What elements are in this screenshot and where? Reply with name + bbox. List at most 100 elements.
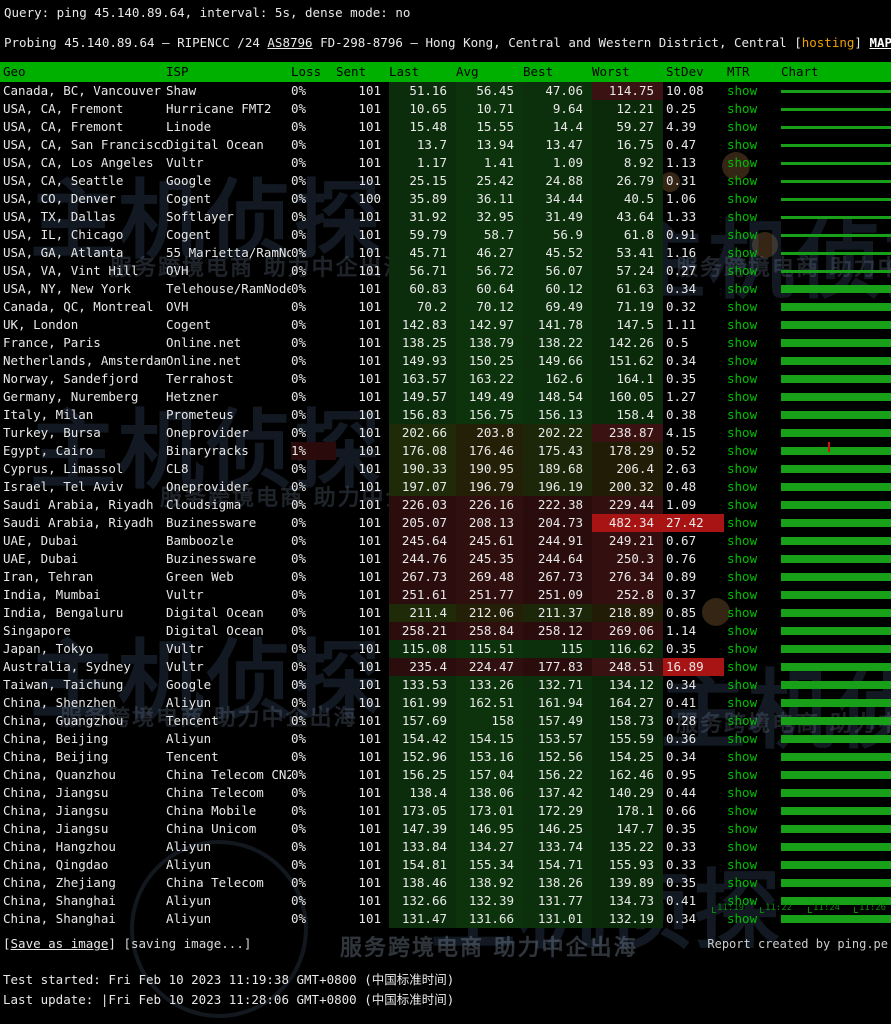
map-link[interactable]: MAP <box>869 35 891 50</box>
row-mtr-show-link[interactable]: show <box>724 514 773 532</box>
mtr-show-label[interactable]: show <box>727 83 757 98</box>
row-mtr-show-link[interactable]: show <box>724 838 773 856</box>
row-mtr-show-link[interactable]: show <box>724 100 773 118</box>
mtr-show-label[interactable]: show <box>727 713 757 728</box>
row-mtr-show-link[interactable]: show <box>724 532 773 550</box>
row-mtr-show-link[interactable]: show <box>724 424 773 442</box>
column-header-loss[interactable]: Loss <box>291 62 336 82</box>
mtr-show-label[interactable]: show <box>727 785 757 800</box>
mtr-show-label[interactable]: show <box>727 839 757 854</box>
row-mtr-show-link[interactable]: show <box>724 550 773 568</box>
mtr-show-label[interactable]: show <box>727 407 757 422</box>
row-mtr-show-link[interactable]: show <box>724 172 773 190</box>
row-mtr-show-link[interactable]: show <box>724 478 773 496</box>
mtr-show-label[interactable]: show <box>727 173 757 188</box>
mtr-show-label[interactable]: show <box>727 641 757 656</box>
row-mtr-show-link[interactable]: show <box>724 136 773 154</box>
row-mtr-show-link[interactable]: show <box>724 604 773 622</box>
mtr-show-label[interactable]: show <box>727 209 757 224</box>
mtr-show-label[interactable]: show <box>727 659 757 674</box>
mtr-show-label[interactable]: show <box>727 317 757 332</box>
save-as-image-label[interactable]: Save as image <box>11 936 109 951</box>
row-mtr-show-link[interactable]: show <box>724 334 773 352</box>
row-mtr-show-link[interactable]: show <box>724 496 773 514</box>
row-mtr-show-link[interactable]: show <box>724 316 773 334</box>
column-header-best[interactable]: Best <box>523 62 592 82</box>
mtr-show-label[interactable]: show <box>727 605 757 620</box>
row-mtr-show-link[interactable]: show <box>724 622 773 640</box>
row-mtr-show-link[interactable]: show <box>724 208 773 226</box>
column-header-worst[interactable]: Worst <box>592 62 663 82</box>
row-mtr-show-link[interactable]: show <box>724 442 773 460</box>
row-mtr-show-link[interactable]: show <box>724 406 773 424</box>
row-mtr-show-link[interactable]: show <box>724 154 773 172</box>
row-mtr-show-link[interactable]: show <box>724 460 773 478</box>
mtr-show-label[interactable]: show <box>727 533 757 548</box>
mtr-show-label[interactable]: show <box>727 119 757 134</box>
mtr-show-label[interactable]: show <box>727 299 757 314</box>
save-as-image-button[interactable]: [Save as image] <box>3 936 116 951</box>
row-mtr-show-link[interactable]: show <box>724 748 773 766</box>
mtr-show-label[interactable]: show <box>727 731 757 746</box>
mtr-show-label[interactable]: show <box>727 137 757 152</box>
mtr-show-label[interactable]: show <box>727 569 757 584</box>
mtr-show-label[interactable]: show <box>727 875 757 890</box>
mtr-show-label[interactable]: show <box>727 353 757 368</box>
row-mtr-show-link[interactable]: show <box>724 370 773 388</box>
mtr-show-label[interactable]: show <box>727 389 757 404</box>
row-mtr-show-link[interactable]: show <box>724 730 773 748</box>
row-mtr-show-link[interactable]: show <box>724 244 773 262</box>
row-mtr-show-link[interactable]: show <box>724 694 773 712</box>
column-header-last[interactable]: Last <box>389 62 456 82</box>
mtr-show-label[interactable]: show <box>727 263 757 278</box>
row-mtr-show-link[interactable]: show <box>724 280 773 298</box>
mtr-show-label[interactable]: show <box>727 803 757 818</box>
row-mtr-show-link[interactable]: show <box>724 118 773 136</box>
mtr-show-label[interactable]: show <box>727 335 757 350</box>
mtr-show-label[interactable]: show <box>727 749 757 764</box>
row-mtr-show-link[interactable]: show <box>724 856 773 874</box>
row-mtr-show-link[interactable]: show <box>724 640 773 658</box>
mtr-show-label[interactable]: show <box>727 551 757 566</box>
mtr-show-label[interactable]: show <box>727 767 757 782</box>
mtr-show-label[interactable]: show <box>727 281 757 296</box>
row-mtr-show-link[interactable]: show <box>724 802 773 820</box>
row-mtr-show-link[interactable]: show <box>724 712 773 730</box>
row-mtr-show-link[interactable]: show <box>724 298 773 316</box>
row-mtr-show-link[interactable]: show <box>724 388 773 406</box>
row-mtr-show-link[interactable]: show <box>724 568 773 586</box>
mtr-show-label[interactable]: show <box>727 587 757 602</box>
column-header-isp[interactable]: ISP <box>166 62 291 82</box>
mtr-show-label[interactable]: show <box>727 101 757 116</box>
row-mtr-show-link[interactable]: show <box>724 586 773 604</box>
column-header-sent[interactable]: Sent <box>336 62 389 82</box>
mtr-show-label[interactable]: show <box>727 191 757 206</box>
mtr-show-label[interactable]: show <box>727 461 757 476</box>
row-mtr-show-link[interactable]: show <box>724 658 773 676</box>
mtr-show-label[interactable]: show <box>727 677 757 692</box>
row-mtr-show-link[interactable]: show <box>724 352 773 370</box>
mtr-show-label[interactable]: show <box>727 821 757 836</box>
mtr-show-label[interactable]: show <box>727 371 757 386</box>
mtr-show-label[interactable]: show <box>727 857 757 872</box>
row-mtr-show-link[interactable]: show <box>724 874 773 892</box>
as-number-link[interactable]: AS8796 <box>267 35 312 50</box>
row-mtr-show-link[interactable]: show <box>724 226 773 244</box>
row-mtr-show-link[interactable]: show <box>724 820 773 838</box>
row-mtr-show-link[interactable]: show <box>724 784 773 802</box>
mtr-show-label[interactable]: show <box>727 497 757 512</box>
row-mtr-show-link[interactable]: show <box>724 676 773 694</box>
mtr-show-label[interactable]: show <box>727 515 757 530</box>
column-header-stdev[interactable]: StDev <box>663 62 724 82</box>
mtr-show-label[interactable]: show <box>727 245 757 260</box>
mtr-show-label[interactable]: show <box>727 425 757 440</box>
row-mtr-show-link[interactable]: show <box>724 262 773 280</box>
row-mtr-show-link[interactable]: show <box>724 190 773 208</box>
mtr-show-label[interactable]: show <box>727 479 757 494</box>
row-mtr-show-link[interactable]: show <box>724 766 773 784</box>
mtr-show-label[interactable]: show <box>727 227 757 242</box>
column-header-geo[interactable]: Geo <box>0 62 166 82</box>
row-mtr-show-link[interactable]: show <box>724 82 773 100</box>
mtr-show-label[interactable]: show <box>727 695 757 710</box>
mtr-show-label[interactable]: show <box>727 155 757 170</box>
